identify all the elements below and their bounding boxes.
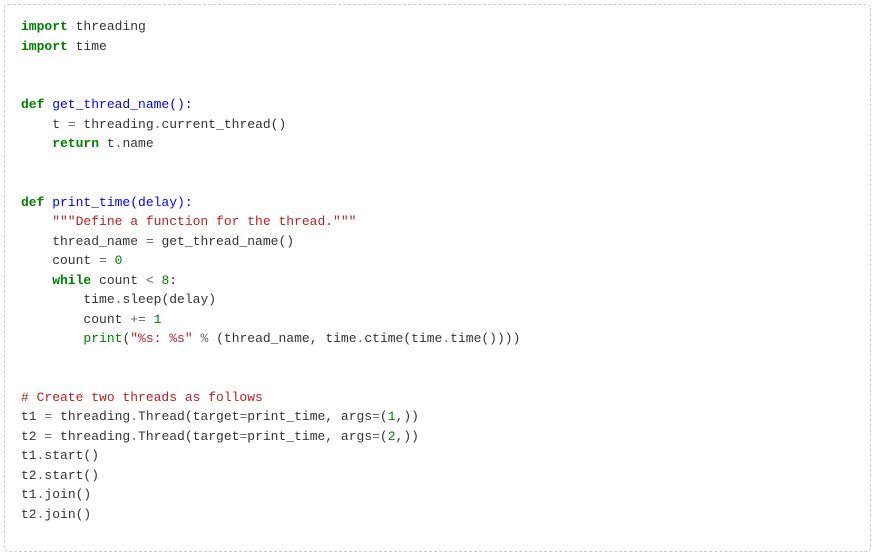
code-text: t1	[21, 487, 37, 502]
keyword-def: def	[21, 97, 44, 112]
code-text: ,))	[396, 429, 419, 444]
keyword-return: return	[21, 136, 99, 151]
code-text: threading	[52, 429, 130, 444]
code-text: Thread(target	[138, 409, 239, 424]
code-text: t1	[21, 448, 37, 463]
module-name: threading	[68, 19, 146, 34]
code-text: threading	[76, 117, 154, 132]
code-text: threading	[52, 409, 130, 424]
code-text: thread_name	[21, 234, 146, 249]
code-text	[146, 312, 154, 327]
code-text: time())))	[450, 331, 520, 346]
code-text	[21, 331, 83, 346]
code-text: get_thread_name()	[154, 234, 294, 249]
number-literal: 0	[115, 253, 123, 268]
code-text: join()	[44, 487, 91, 502]
code-block: import threading import time def get_thr…	[4, 4, 871, 552]
operator: .	[130, 429, 138, 444]
code-text: t2	[21, 507, 37, 522]
docstring: """Define a function for the thread."""	[21, 214, 356, 229]
code-text: t	[99, 136, 115, 151]
code-text: (	[380, 409, 388, 424]
operator: =	[372, 409, 380, 424]
number-literal: 1	[388, 409, 396, 424]
operator: =	[99, 253, 107, 268]
module-name: time	[68, 39, 107, 54]
code-text: ,))	[396, 409, 419, 424]
code-text: current_thread()	[161, 117, 286, 132]
keyword-import: import	[21, 39, 68, 54]
code-text: (thread_name, time	[208, 331, 356, 346]
number-literal: 1	[154, 312, 162, 327]
string-literal: "%s: %s"	[130, 331, 192, 346]
code-text: start()	[44, 448, 99, 463]
operator: =	[146, 234, 154, 249]
builtin-print: print	[83, 331, 122, 346]
keyword-def: def	[21, 195, 44, 210]
operator: =	[68, 117, 76, 132]
code-text: t1	[21, 409, 44, 424]
code-text: t	[21, 117, 68, 132]
code-text	[107, 253, 115, 268]
keyword-while: while	[21, 273, 91, 288]
code-text: Thread(target	[138, 429, 239, 444]
operator: .	[442, 331, 450, 346]
code-text: ctime(time	[364, 331, 442, 346]
code-text: name	[122, 136, 153, 151]
code-text: print_time, args	[247, 429, 372, 444]
code-text: t2	[21, 468, 37, 483]
operator: .	[130, 409, 138, 424]
code-text: (	[380, 429, 388, 444]
code-text: count	[21, 312, 130, 327]
code-text: :	[169, 273, 177, 288]
function-name: get_thread_name():	[44, 97, 192, 112]
number-literal: 2	[388, 429, 396, 444]
keyword-import: import	[21, 19, 68, 34]
function-name: print_time(delay):	[44, 195, 192, 210]
code-text: sleep(delay)	[122, 292, 216, 307]
code-text: start()	[44, 468, 99, 483]
code-text: count	[21, 253, 99, 268]
code-text: t2	[21, 429, 44, 444]
code-text: count	[91, 273, 146, 288]
code-text: time	[21, 292, 115, 307]
comment: # Create two threads as follows	[21, 390, 263, 405]
code-text: print_time, args	[247, 409, 372, 424]
operator: <	[146, 273, 154, 288]
operator: =	[372, 429, 380, 444]
code-text: join()	[44, 507, 91, 522]
operator: +=	[130, 312, 146, 327]
